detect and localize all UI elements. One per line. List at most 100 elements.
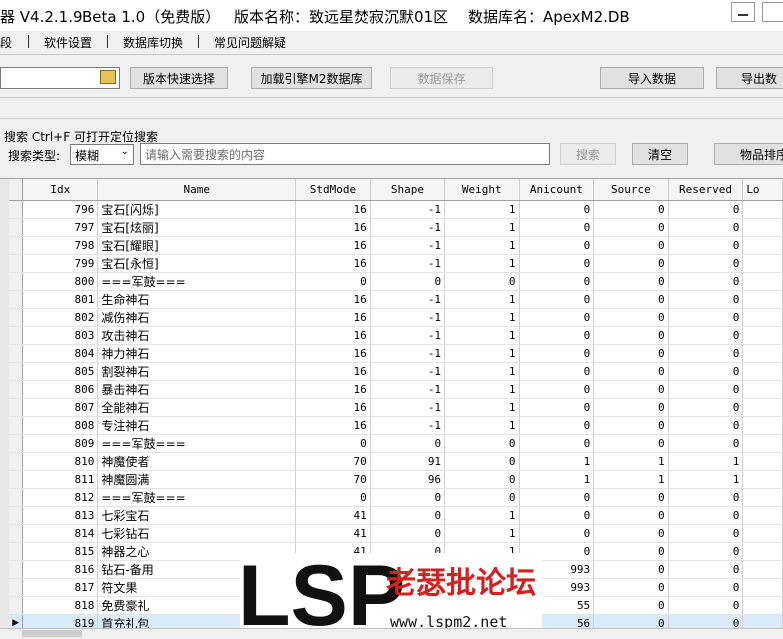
cell-name[interactable]: 宝石[耀眼] <box>97 236 297 255</box>
cell-name[interactable]: ===军鼓=== <box>97 272 297 291</box>
cell-idx[interactable]: 807 <box>22 398 99 417</box>
horizontal-scrollbar[interactable] <box>0 628 783 639</box>
cell-anicount[interactable]: 0 <box>519 524 595 543</box>
cell-shape[interactable]: -1 <box>370 200 446 219</box>
cell-reserved[interactable]: 1 <box>668 452 744 471</box>
cell-stdmode[interactable]: 16 <box>295 416 371 435</box>
cell-stdmode[interactable]: 16 <box>295 398 371 417</box>
cell-weight[interactable]: 1 <box>444 326 520 345</box>
cell-shape[interactable]: -1 <box>370 344 446 363</box>
cell-looks[interactable] <box>742 452 783 471</box>
cell-looks[interactable] <box>742 362 783 381</box>
cell-idx[interactable]: 798 <box>22 236 99 255</box>
cell-name[interactable]: 七彩钻石 <box>97 524 297 543</box>
cell-anicount[interactable]: 1 <box>519 452 595 471</box>
cell-idx[interactable]: 808 <box>22 416 99 435</box>
column-header-idx[interactable]: Idx <box>22 179 99 201</box>
cell-source[interactable]: 0 <box>593 524 669 543</box>
cell-stdmode[interactable]: 0 <box>295 434 371 453</box>
cell-name[interactable]: 宝石[永恒] <box>97 254 297 273</box>
column-header-weight[interactable]: Weight <box>444 179 520 201</box>
clear-button[interactable]: 清空 <box>632 143 688 165</box>
cell-looks[interactable] <box>742 524 783 543</box>
table-row[interactable]: 813 七彩宝石 41 0 1 0 0 0 <box>9 506 783 525</box>
cell-idx[interactable]: 813 <box>22 506 99 525</box>
cell-name[interactable]: 减伤神石 <box>97 308 297 327</box>
cell-weight[interactable]: 1 <box>444 236 520 255</box>
horizontal-scrollbar-thumb[interactable] <box>22 630 82 637</box>
cell-name[interactable]: 专注神石 <box>97 416 297 435</box>
cell-anicount[interactable]: 0 <box>519 326 595 345</box>
cell-reserved[interactable]: 0 <box>668 380 744 399</box>
cell-source[interactable]: 0 <box>593 290 669 309</box>
cell-stdmode[interactable]: 16 <box>295 200 371 219</box>
cell-idx[interactable]: 811 <box>22 470 99 489</box>
cell-looks[interactable] <box>742 434 783 453</box>
cell-shape[interactable]: -1 <box>370 326 446 345</box>
cell-stdmode[interactable]: 16 <box>295 362 371 381</box>
cell-looks[interactable] <box>742 380 783 399</box>
cell-weight[interactable]: 1 <box>444 380 520 399</box>
cell-stdmode[interactable]: 16 <box>295 290 371 309</box>
cell-source[interactable]: 1 <box>593 470 669 489</box>
cell-looks[interactable] <box>742 542 783 561</box>
save-data-button[interactable]: 数据保存 <box>390 67 493 89</box>
cell-idx[interactable]: 810 <box>22 452 99 471</box>
cell-source[interactable]: 0 <box>593 434 669 453</box>
cell-stdmode[interactable]: 16 <box>295 308 371 327</box>
cell-idx[interactable]: 800 <box>22 272 99 291</box>
cell-weight[interactable]: 1 <box>444 200 520 219</box>
cell-shape[interactable]: 0 <box>370 272 446 291</box>
cell-reserved[interactable]: 0 <box>668 308 744 327</box>
row-indicator[interactable] <box>9 326 24 345</box>
table-row[interactable]: 805 割裂神石 16 -1 1 0 0 0 <box>9 362 783 381</box>
cell-stdmode[interactable]: 70 <box>295 470 371 489</box>
row-indicator[interactable] <box>9 542 24 561</box>
cell-reserved[interactable]: 0 <box>668 236 744 255</box>
search-type-select[interactable]: 模糊 ⌄ <box>70 144 134 165</box>
cell-looks[interactable] <box>742 344 783 363</box>
cell-name[interactable]: ===军鼓=== <box>97 488 297 507</box>
cell-shape[interactable]: 0 <box>370 524 446 543</box>
import-data-button[interactable]: 导入数据 <box>600 67 704 89</box>
cell-name[interactable]: 攻击神石 <box>97 326 297 345</box>
table-row[interactable]: 806 暴击神石 16 -1 1 0 0 0 <box>9 380 783 399</box>
cell-source[interactable]: 0 <box>593 506 669 525</box>
row-indicator[interactable] <box>9 416 24 435</box>
cell-looks[interactable] <box>742 488 783 507</box>
cell-reserved[interactable]: 0 <box>668 614 744 629</box>
cell-weight[interactable]: 0 <box>444 434 520 453</box>
cell-weight[interactable]: 1 <box>444 308 520 327</box>
cell-name[interactable]: 生命神石 <box>97 290 297 309</box>
column-header-source[interactable]: Source <box>593 179 669 201</box>
cell-stdmode[interactable]: 70 <box>295 452 371 471</box>
cell-idx[interactable]: 797 <box>22 218 99 237</box>
column-header-reserved[interactable]: Reserved <box>668 179 744 201</box>
cell-anicount[interactable]: 0 <box>519 344 595 363</box>
row-indicator[interactable] <box>9 290 24 309</box>
table-row[interactable]: 797 宝石[炫丽] 16 -1 1 0 0 0 <box>9 218 783 237</box>
cell-stdmode[interactable]: 41 <box>295 506 371 525</box>
row-indicator[interactable] <box>9 362 24 381</box>
cell-anicount[interactable]: 0 <box>519 506 595 525</box>
cell-weight[interactable]: 1 <box>444 344 520 363</box>
cell-looks[interactable] <box>742 326 783 345</box>
table-row[interactable]: 800 ===军鼓=== 0 0 0 0 0 0 <box>9 272 783 291</box>
cell-stdmode[interactable]: 16 <box>295 380 371 399</box>
cell-source[interactable]: 0 <box>593 308 669 327</box>
column-header-shape[interactable]: Shape <box>370 179 446 201</box>
cell-reserved[interactable]: 0 <box>668 362 744 381</box>
column-header-anicount[interactable]: Anicount <box>519 179 595 201</box>
cell-weight[interactable]: 1 <box>444 524 520 543</box>
path-field[interactable] <box>0 67 120 89</box>
cell-stdmode[interactable]: 16 <box>295 254 371 273</box>
cell-reserved[interactable]: 0 <box>668 398 744 417</box>
cell-idx[interactable]: 802 <box>22 308 99 327</box>
cell-stdmode[interactable]: 16 <box>295 236 371 255</box>
cell-idx[interactable]: 804 <box>22 344 99 363</box>
cell-idx[interactable]: 799 <box>22 254 99 273</box>
row-indicator[interactable] <box>9 272 24 291</box>
cell-looks[interactable] <box>742 218 783 237</box>
cell-idx[interactable]: 818 <box>22 596 99 615</box>
cell-anicount[interactable]: 0 <box>519 362 595 381</box>
